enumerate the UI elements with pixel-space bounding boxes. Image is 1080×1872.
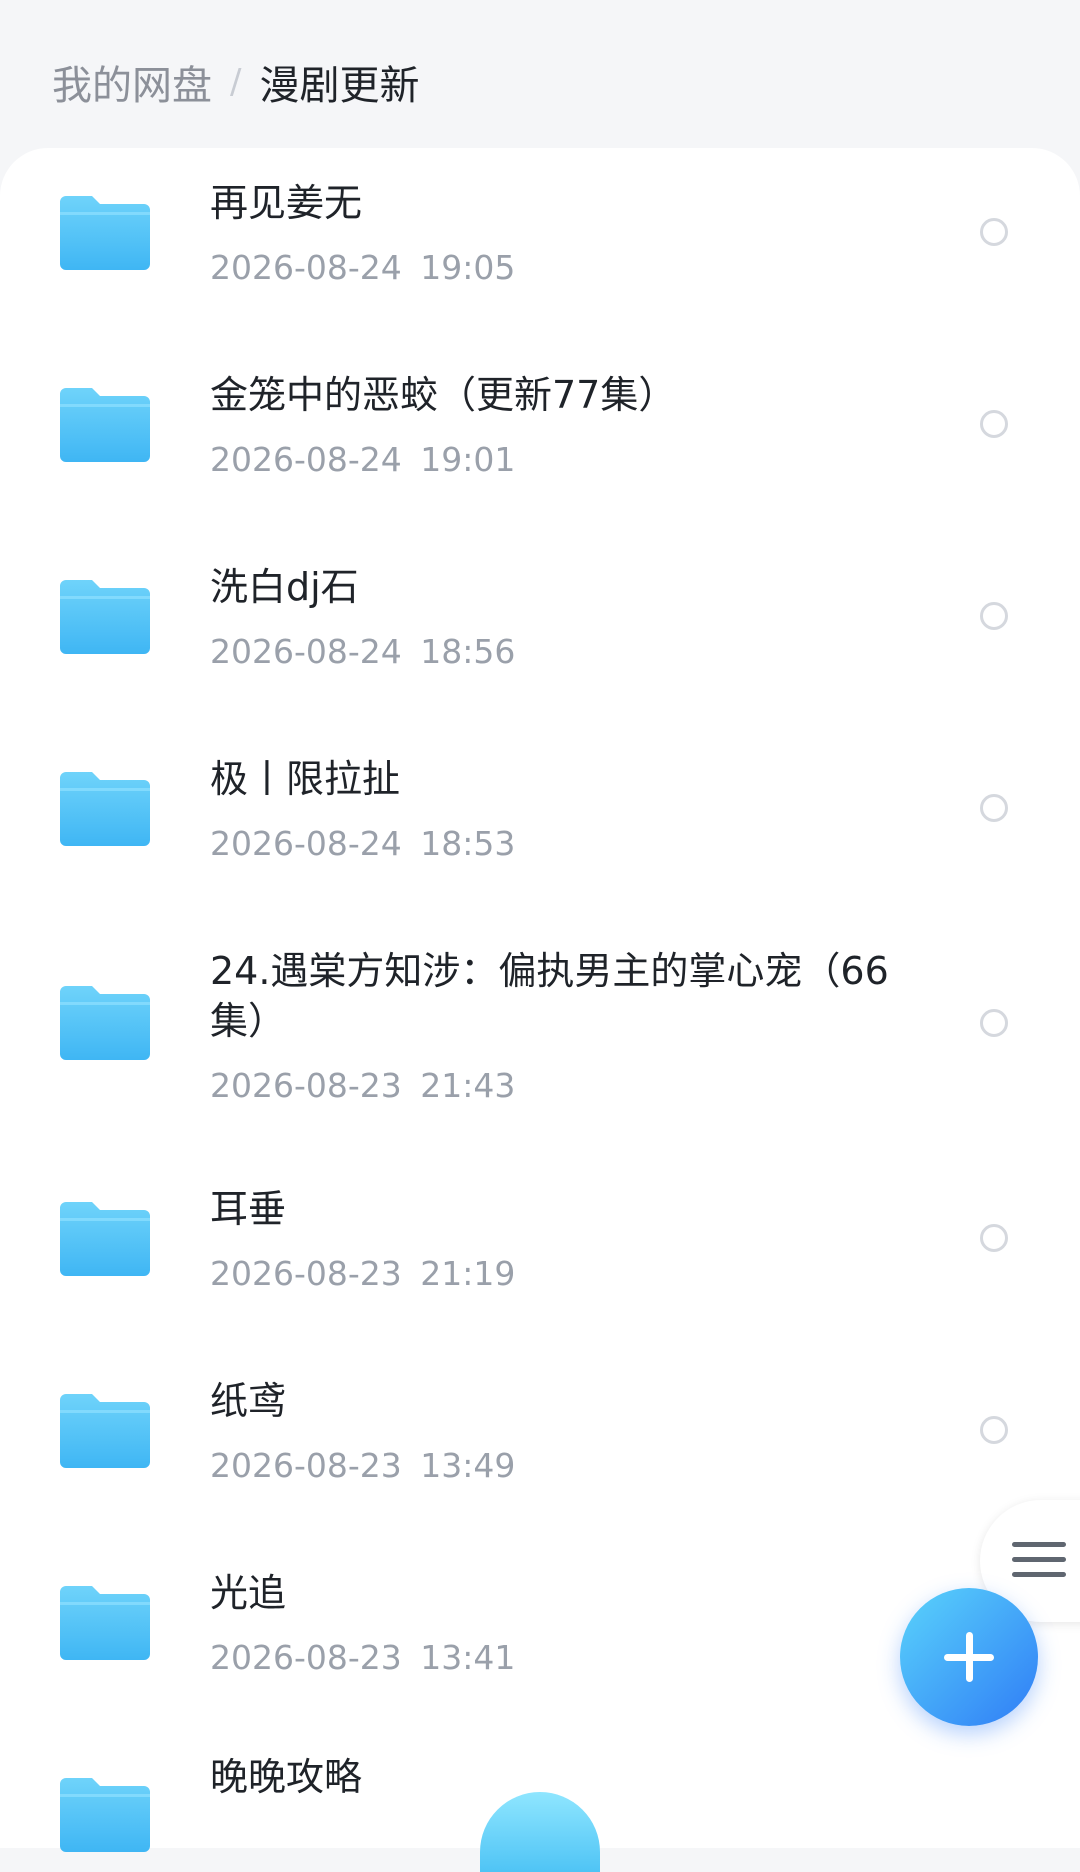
breadcrumb-root[interactable]: 我的网盘 xyxy=(52,53,212,111)
file-name: 24.遇棠方知涉：偏执男主的掌心宠（66集） xyxy=(210,949,889,1043)
file-name: 再见姜无 xyxy=(210,181,363,225)
folder-icon xyxy=(60,1390,150,1468)
file-name: 光追 xyxy=(210,1571,287,1615)
file-date: 2026-08-23 13:41 xyxy=(210,1638,516,1677)
folder-icon xyxy=(60,1198,150,1276)
folder-icon xyxy=(60,192,150,270)
file-row[interactable]: 极丨限拉扯 2026-08-24 18:53 xyxy=(0,724,1080,916)
file-row[interactable]: 金笼中的恶蛟（更新77集） 2026-08-24 19:01 xyxy=(0,340,1080,532)
add-button[interactable] xyxy=(900,1588,1038,1726)
file-row[interactable]: 24.遇棠方知涉：偏执男主的掌心宠（66集） 2026-08-23 21:43 xyxy=(0,916,1080,1154)
file-date: 2026-08-23 21:43 xyxy=(210,1066,516,1105)
folder-icon xyxy=(60,982,150,1060)
folder-icon xyxy=(60,768,150,846)
select-radio[interactable] xyxy=(980,410,1008,438)
select-radio[interactable] xyxy=(980,602,1008,630)
breadcrumb-separator: / xyxy=(230,62,242,102)
file-date: 2026-08-23 13:49 xyxy=(210,1446,516,1485)
breadcrumb-current: 漫剧更新 xyxy=(259,63,420,109)
select-radio[interactable] xyxy=(980,218,1008,246)
file-name: 金笼中的恶蛟（更新77集） xyxy=(210,373,677,417)
file-list: 再见姜无 2026-08-24 19:05 金笼中的恶蛟（更新77集） 2026… xyxy=(0,148,1080,1852)
file-date: 2026-08-24 19:05 xyxy=(210,248,516,287)
plus-icon-vertical xyxy=(966,1632,973,1682)
file-name: 纸鸢 xyxy=(210,1379,287,1423)
folder-icon xyxy=(60,576,150,654)
menu-icon xyxy=(1012,1542,1066,1587)
folder-icon xyxy=(60,1774,150,1852)
file-date: 2026-08-24 18:53 xyxy=(210,824,516,863)
select-radio[interactable] xyxy=(980,1224,1008,1252)
breadcrumb: 我的网盘 / 漫剧更新 xyxy=(52,52,419,112)
file-name: 耳垂 xyxy=(210,1187,287,1231)
file-row[interactable]: 洗白dj石 2026-08-24 18:56 xyxy=(0,532,1080,724)
file-date: 2026-08-24 18:56 xyxy=(210,632,516,671)
select-radio[interactable] xyxy=(980,1416,1008,1444)
file-name: 极丨限拉扯 xyxy=(210,757,401,801)
select-radio[interactable] xyxy=(980,1009,1008,1037)
select-radio[interactable] xyxy=(980,794,1008,822)
folder-icon xyxy=(60,384,150,462)
file-row[interactable]: 耳垂 2026-08-23 21:19 xyxy=(0,1154,1080,1346)
file-date: 2026-08-24 19:01 xyxy=(210,440,516,479)
file-row[interactable]: 再见姜无 2026-08-24 19:05 xyxy=(0,148,1080,340)
file-row[interactable]: 纸鸢 2026-08-23 13:49 xyxy=(0,1346,1080,1538)
folder-icon xyxy=(60,1582,150,1660)
file-name: 洗白dj石 xyxy=(210,565,359,609)
file-date: 2026-08-23 21:19 xyxy=(210,1254,516,1293)
